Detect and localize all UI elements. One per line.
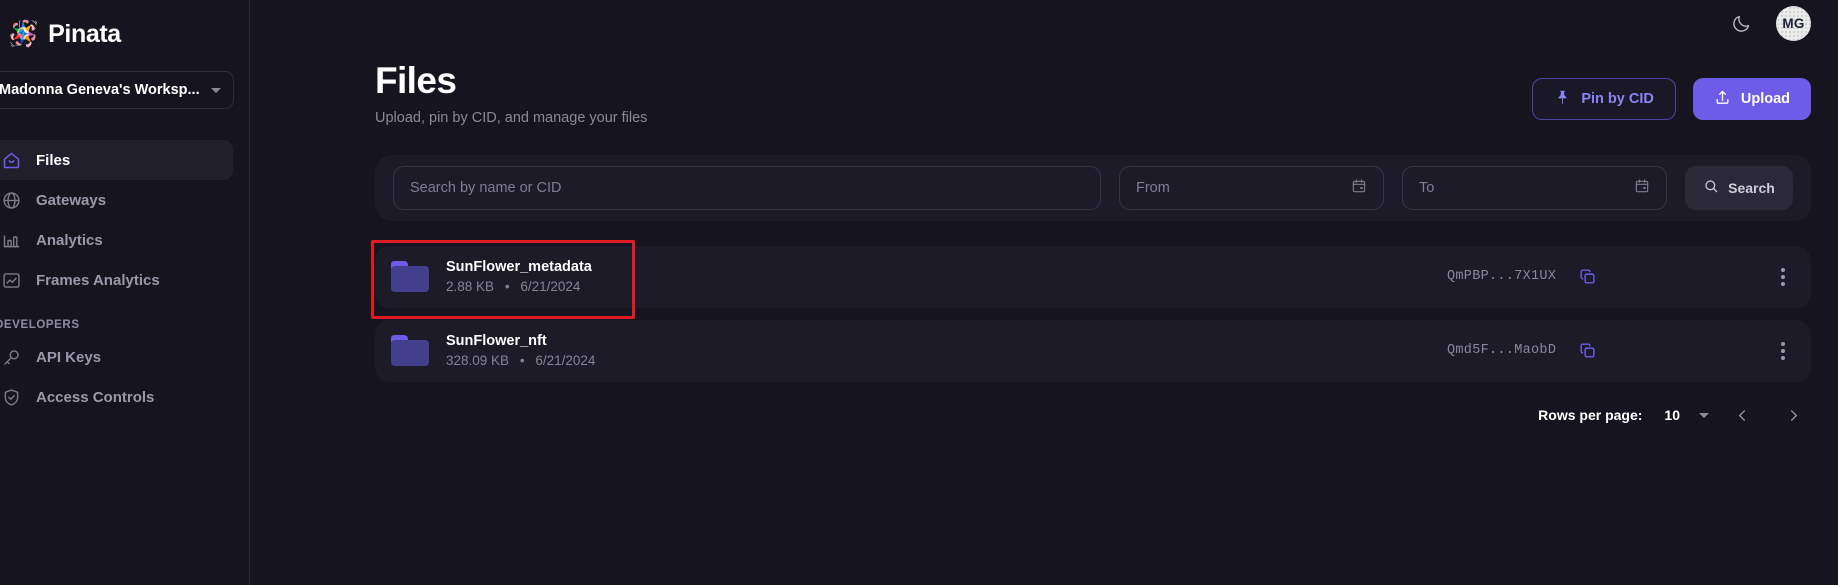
file-date: 6/21/2024 [520, 279, 581, 295]
avatar[interactable]: MG [1776, 5, 1811, 41]
file-meta: 2.88 KB • 6/21/2024 [446, 279, 592, 294]
sidebar-section-developers: DEVELOPERS [0, 319, 80, 331]
workspace-label: Madonna Geneva's Worksp... [0, 82, 200, 98]
moon-icon[interactable] [1731, 13, 1752, 34]
search-panel: Search by name or CID From To Search [375, 154, 1811, 221]
search-button-label: Search [1728, 179, 1775, 196]
file-meta: 328.09 KB • 6/21/2024 [446, 353, 595, 368]
folder-icon [391, 335, 429, 367]
sidebar-item-label: Files [36, 151, 71, 169]
file-info: SunFlower_metadata 2.88 KB • 6/21/2024 [446, 259, 592, 294]
file-identity: SunFlower_nft 328.09 KB • 6/21/2024 [391, 333, 595, 368]
key-icon [0, 346, 22, 368]
more-vertical-icon[interactable] [1777, 338, 1789, 364]
sidebar-item-analytics[interactable]: Analytics [0, 220, 233, 260]
rows-per-page-value: 10 [1664, 407, 1680, 424]
sidebar-item-gateways[interactable]: Gateways [0, 180, 233, 220]
chevron-down-icon [211, 87, 221, 93]
upload-label: Upload [1740, 91, 1790, 107]
bar-chart-icon [0, 229, 22, 251]
table-row[interactable]: SunFlower_nft 328.09 KB • 6/21/2024 Qmd5… [375, 319, 1811, 382]
more-vertical-icon[interactable] [1777, 264, 1789, 290]
to-date-placeholder: To [1419, 179, 1435, 196]
header-actions: Pin by CID Upload [1532, 62, 1811, 120]
sidebar-item-api-keys[interactable]: API Keys [0, 337, 233, 377]
from-date-input[interactable]: From [1119, 165, 1384, 210]
workspace-selector[interactable]: Madonna Geneva's Worksp... [0, 71, 234, 109]
sidebar-item-label: Access Controls [36, 388, 155, 406]
table-row[interactable]: SunFlower_metadata 2.88 KB • 6/21/2024 Q… [371, 239, 1811, 319]
pin-icon [1554, 89, 1571, 110]
sidebar-item-label: Analytics [36, 231, 103, 249]
next-page-button[interactable] [1776, 404, 1811, 427]
sidebar-item-label: Frames Analytics [36, 271, 160, 289]
page-title-block: Files Upload, pin by CID, and manage you… [375, 60, 648, 126]
page-header: Files Upload, pin by CID, and manage you… [250, 46, 1838, 126]
calendar-icon [1351, 178, 1367, 198]
cid-group: QmPBP...7X1UX [1447, 267, 1597, 286]
search-button[interactable]: Search [1685, 165, 1793, 210]
file-cid: QmPBP...7X1UX [1447, 269, 1557, 285]
search-icon [1703, 178, 1719, 197]
sidebar-item-files[interactable]: Files [0, 140, 233, 180]
sidebar-item-label: API Keys [36, 348, 102, 366]
file-size: 2.88 KB [446, 279, 495, 295]
chevron-down-icon [1699, 412, 1709, 418]
upload-button[interactable]: Upload [1692, 78, 1811, 120]
to-date-input[interactable]: To [1402, 165, 1667, 210]
pin-by-cid-button[interactable]: Pin by CID [1532, 78, 1676, 120]
file-cid: Qmd5F...MaobD [1447, 343, 1557, 359]
app-root: 🪅 Pinata Madonna Geneva's Worksp... File… [0, 0, 1838, 585]
rows-per-page-select[interactable]: 10 [1664, 407, 1709, 423]
file-name: SunFlower_metadata [446, 259, 592, 276]
file-identity: SunFlower_metadata 2.88 KB • 6/21/2024 [391, 259, 592, 294]
pinata-icon: 🪅 [8, 19, 40, 48]
sidebar-item-access-controls[interactable]: Access Controls [0, 377, 233, 417]
search-input[interactable]: Search by name or CID [393, 165, 1101, 210]
pagination: Rows per page: 10 [250, 404, 1811, 427]
file-date: 6/21/2024 [535, 353, 596, 369]
main-content: MG Files Upload, pin by CID, and manage … [250, 0, 1838, 585]
globe-icon [0, 189, 22, 211]
file-name: SunFlower_nft [446, 333, 547, 350]
topbar: MG [250, 0, 1838, 46]
sidebar-item-label: Gateways [36, 191, 107, 209]
prev-page-button[interactable] [1725, 404, 1760, 427]
cid-group: Qmd5F...MaobD [1447, 341, 1597, 360]
brand-name: Pinata [48, 19, 121, 48]
sidebar: 🪅 Pinata Madonna Geneva's Worksp... File… [0, 0, 250, 585]
rows-per-page-label: Rows per page: [1538, 407, 1643, 424]
folder-icon [391, 261, 429, 293]
page-subtitle: Upload, pin by CID, and manage your file… [375, 109, 648, 126]
brand: 🪅 Pinata [0, 0, 249, 54]
file-list: SunFlower_metadata 2.88 KB • 6/21/2024 Q… [371, 239, 1811, 382]
copy-icon[interactable] [1578, 341, 1597, 360]
meta-separator: • [519, 353, 525, 369]
meta-separator: • [504, 279, 510, 295]
file-size: 328.09 KB [446, 353, 510, 369]
calendar-icon [1634, 178, 1650, 198]
page-title: Files [375, 60, 457, 101]
home-icon [0, 149, 22, 171]
upload-icon [1714, 89, 1731, 110]
sidebar-item-frames-analytics[interactable]: Frames Analytics [0, 260, 233, 300]
file-info: SunFlower_nft 328.09 KB • 6/21/2024 [446, 333, 595, 368]
copy-icon[interactable] [1578, 267, 1597, 286]
image-chart-icon [0, 269, 22, 291]
from-date-placeholder: From [1136, 179, 1170, 196]
pin-by-cid-label: Pin by CID [1581, 91, 1654, 107]
sidebar-nav: Files Gateways Analytics Frames Analytic… [0, 140, 250, 417]
shield-check-icon [0, 386, 22, 408]
